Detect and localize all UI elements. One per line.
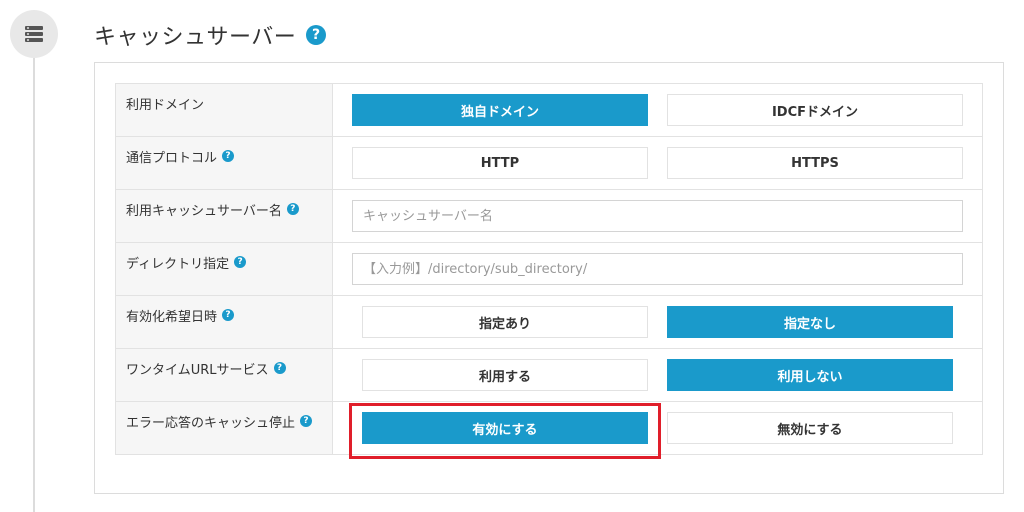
onetime-url-use-button[interactable]: 利用する bbox=[362, 359, 648, 391]
section-title: キャッシュサーバー bbox=[94, 25, 297, 50]
row-protocol: 通信プロトコル ? HTTP HTTPS bbox=[116, 137, 982, 190]
row-activation-date: 有効化希望日時 ? 指定あり 指定なし bbox=[116, 296, 982, 349]
settings-panel: 利用ドメイン 独自ドメイン IDCFドメイン 通信プロトコル ? HTTP HT… bbox=[94, 62, 1004, 494]
row-cache-server-name: 利用キャッシュサーバー名 ? bbox=[116, 190, 982, 243]
question-circle-icon[interactable]: ? bbox=[300, 415, 313, 427]
question-circle-icon[interactable]: ? bbox=[273, 362, 286, 374]
question-circle-icon[interactable]: ? bbox=[234, 256, 247, 268]
onetime-url-nouse-button[interactable]: 利用しない bbox=[667, 359, 953, 391]
row-label-text: 有効化希望日時 bbox=[126, 310, 218, 325]
row-control bbox=[333, 190, 982, 242]
server-icon bbox=[25, 26, 43, 42]
error-cache-enable-button[interactable]: 有効にする bbox=[362, 412, 648, 444]
row-label-text: ディレクトリ指定 bbox=[126, 257, 230, 272]
http-button[interactable]: HTTP bbox=[352, 147, 648, 179]
cache-server-name-input[interactable] bbox=[352, 200, 963, 232]
question-circle-icon[interactable]: ? bbox=[306, 25, 327, 45]
row-domain: 利用ドメイン 独自ドメイン IDCFドメイン bbox=[116, 84, 982, 137]
row-directory: ディレクトリ指定 ? bbox=[116, 243, 982, 296]
row-label-text: 利用ドメイン bbox=[126, 98, 205, 113]
row-control: 利用する 利用しない bbox=[333, 349, 982, 401]
row-control: 指定あり 指定なし bbox=[333, 296, 982, 348]
row-label: ディレクトリ指定 ? bbox=[116, 243, 333, 295]
row-onetime-url: ワンタイムURLサービス ? 利用する 利用しない bbox=[116, 349, 982, 402]
question-circle-icon[interactable]: ? bbox=[222, 150, 235, 162]
row-label-text: 通信プロトコル bbox=[126, 151, 218, 166]
directory-input[interactable] bbox=[352, 253, 963, 285]
row-label: 利用ドメイン bbox=[116, 84, 333, 136]
error-cache-disable-button[interactable]: 無効にする bbox=[667, 412, 953, 444]
row-label: エラー応答のキャッシュ停止 ? bbox=[116, 402, 333, 454]
row-error-cache-stop: エラー応答のキャッシュ停止 ? 有効にする 無効にする bbox=[116, 402, 982, 459]
row-control bbox=[333, 243, 982, 295]
own-domain-button[interactable]: 独自ドメイン bbox=[352, 94, 648, 126]
row-label: 利用キャッシュサーバー名 ? bbox=[116, 190, 333, 242]
https-button[interactable]: HTTPS bbox=[667, 147, 963, 179]
question-circle-icon[interactable]: ? bbox=[286, 203, 299, 215]
row-control: 独自ドメイン IDCFドメイン bbox=[333, 84, 982, 136]
timeline-line bbox=[33, 58, 35, 512]
row-label: 通信プロトコル ? bbox=[116, 137, 333, 189]
row-control: 有効にする 無効にする bbox=[333, 402, 982, 459]
page: キャッシュサーバー ? 利用ドメイン 独自ドメイン IDCFドメイン 通信プロト… bbox=[0, 0, 1024, 512]
date-unspecified-button[interactable]: 指定なし bbox=[667, 306, 953, 338]
section-heading: キャッシュサーバー ? bbox=[94, 18, 327, 52]
row-label-text: エラー応答のキャッシュ停止 bbox=[126, 416, 296, 431]
row-label-text: ワンタイムURLサービス bbox=[126, 363, 269, 378]
idcf-domain-button[interactable]: IDCFドメイン bbox=[667, 94, 963, 126]
timeline-node bbox=[10, 10, 58, 58]
settings-table: 利用ドメイン 独自ドメイン IDCFドメイン 通信プロトコル ? HTTP HT… bbox=[115, 83, 983, 459]
question-circle-icon[interactable]: ? bbox=[222, 309, 235, 321]
row-label: 有効化希望日時 ? bbox=[116, 296, 333, 348]
row-control: HTTP HTTPS bbox=[333, 137, 982, 189]
date-specified-button[interactable]: 指定あり bbox=[362, 306, 648, 338]
row-label-text: 利用キャッシュサーバー名 bbox=[126, 204, 282, 219]
row-label: ワンタイムURLサービス ? bbox=[116, 349, 333, 401]
